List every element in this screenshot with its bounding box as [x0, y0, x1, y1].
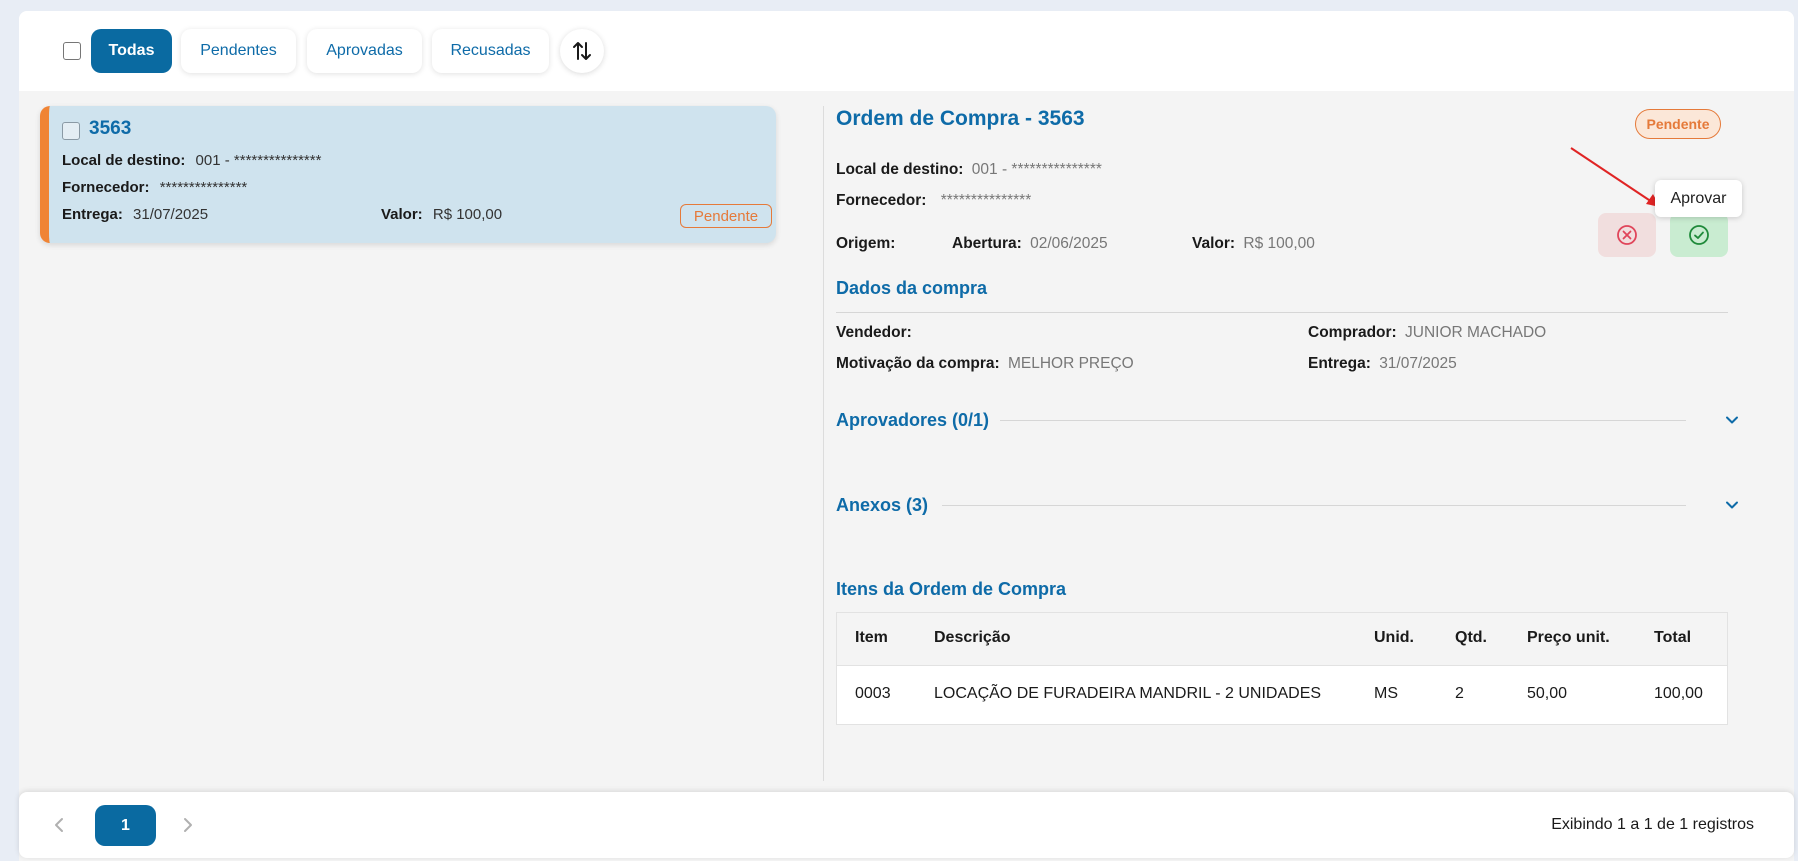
- chevron-right-icon[interactable]: [178, 814, 198, 836]
- cell-preco-unit: 50,00: [1527, 685, 1568, 702]
- card-entrega-value: 31/07/2025: [133, 206, 209, 223]
- motivacao-row: Motivação da compra: MELHOR PREÇO: [836, 355, 1134, 373]
- detail-origem-row: Origem:: [836, 235, 895, 253]
- sort-arrows-icon: [573, 42, 591, 60]
- col-total: Total: [1654, 629, 1692, 646]
- entrega-label: Entrega:: [1308, 355, 1371, 372]
- approve-button[interactable]: [1670, 213, 1728, 257]
- sort-button[interactable]: [560, 29, 604, 73]
- entrega-row: Entrega: 31/07/2025: [1308, 355, 1457, 373]
- col-descricao: Descrição: [934, 629, 1011, 646]
- card-fornecedor-label: Fornecedor:: [62, 179, 150, 196]
- detail-local-value: 001 - ***************: [971, 161, 1102, 178]
- order-list-item[interactable]: 3563 Local de destino: 001 - ***********…: [40, 106, 776, 243]
- status-badge: Pendente: [680, 204, 772, 228]
- order-number: 3563: [89, 118, 132, 139]
- order-checkbox[interactable]: [62, 122, 80, 140]
- comprador-label: Comprador:: [1308, 324, 1397, 341]
- card-valor-value: R$ 100,00: [432, 206, 503, 223]
- cell-total: 100,00: [1654, 685, 1703, 702]
- items-table: Item Descrição Unid. Qtd. Preço unit. To…: [836, 612, 1728, 725]
- pagination-bar: 1 Exibindo 1 a 1 de 1 registros: [19, 792, 1794, 858]
- cell-unid: MS: [1374, 685, 1398, 702]
- select-all-checkbox[interactable]: [63, 42, 81, 60]
- detail-local-label: Local de destino:: [836, 161, 964, 178]
- app-window: Todas Pendentes Aprovadas Recusadas 3563…: [19, 11, 1794, 861]
- aprovadores-toggle[interactable]: Aprovadores (0/1): [836, 410, 989, 431]
- detail-status-badge: Pendente: [1635, 109, 1721, 139]
- detail-local-row: Local de destino: 001 - ***************: [836, 161, 1102, 179]
- vendedor-row: Vendedor:: [836, 324, 912, 342]
- card-fornecedor-value: ***************: [159, 179, 248, 196]
- detail-valor-value: R$ 100,00: [1243, 235, 1315, 252]
- cell-descricao: LOCAÇÃO DE FURADEIRA MANDRIL - 2 UNIDADE…: [934, 685, 1322, 702]
- tab-todas[interactable]: Todas: [91, 29, 172, 73]
- card-valor-row: Valor: R$ 100,00: [381, 206, 502, 223]
- cell-qtd: 2: [1455, 685, 1464, 702]
- motivacao-label: Motivação da compra:: [836, 355, 1000, 372]
- tab-recusadas[interactable]: Recusadas: [432, 29, 549, 73]
- detail-abertura-label: Abertura:: [952, 235, 1022, 252]
- entrega-value: 31/07/2025: [1379, 355, 1457, 372]
- detail-title: Ordem de Compra - 3563: [836, 107, 1085, 130]
- motivacao-value: MELHOR PREÇO: [1007, 355, 1134, 372]
- anexos-toggle[interactable]: Anexos (3): [836, 495, 928, 516]
- detail-valor-label: Valor:: [1192, 235, 1236, 252]
- detail-fornecedor-value: ***************: [940, 192, 1032, 209]
- items-table-header: Item Descrição Unid. Qtd. Preço unit. To…: [837, 613, 1727, 666]
- annotation-arrow-icon: [1570, 147, 1660, 207]
- check-circle-icon: [1689, 225, 1709, 245]
- detail-abertura-value: 02/06/2025: [1030, 235, 1108, 252]
- detail-valor-row: Valor: R$ 100,00: [1192, 235, 1315, 253]
- card-entrega-row: Entrega: 31/07/2025: [62, 206, 208, 223]
- card-local-label: Local de destino:: [62, 152, 186, 169]
- card-fornecedor-row: Fornecedor: ***************: [62, 179, 247, 196]
- chevron-left-icon[interactable]: [49, 814, 69, 836]
- detail-origem-label: Origem:: [836, 235, 896, 252]
- comprador-row: Comprador: JUNIOR MACHADO: [1308, 324, 1546, 342]
- tab-pendentes[interactable]: Pendentes: [181, 29, 296, 73]
- reject-button[interactable]: [1598, 213, 1656, 257]
- anexos-divider: [942, 505, 1686, 506]
- cell-item: 0003: [855, 685, 891, 702]
- card-valor-label: Valor:: [381, 206, 423, 223]
- detail-fornecedor-row: Fornecedor: ***************: [836, 192, 1031, 210]
- tab-aprovadas[interactable]: Aprovadas: [307, 29, 422, 73]
- approve-tooltip: Aprovar: [1655, 180, 1742, 217]
- col-item: Item: [855, 629, 888, 646]
- close-circle-icon: [1617, 225, 1637, 245]
- chevron-down-icon[interactable]: [1724, 412, 1740, 428]
- col-qtd: Qtd.: [1455, 629, 1487, 646]
- vendedor-label: Vendedor:: [836, 324, 912, 341]
- detail-fornecedor-label: Fornecedor:: [836, 192, 927, 209]
- card-local-value: 001 - ***************: [195, 152, 322, 169]
- card-local-row: Local de destino: 001 - ***************: [62, 152, 321, 169]
- card-entrega-label: Entrega:: [62, 206, 123, 223]
- page-number-button[interactable]: 1: [95, 805, 156, 846]
- col-unid: Unid.: [1374, 629, 1414, 646]
- aprovadores-divider: [1000, 420, 1686, 421]
- filter-bar: Todas Pendentes Aprovadas Recusadas: [19, 11, 1794, 91]
- itens-title: Itens da Ordem de Compra: [836, 579, 1067, 599]
- detail-abertura-row: Abertura: 02/06/2025: [952, 235, 1108, 253]
- records-info: Exibindo 1 a 1 de 1 registros: [1551, 816, 1754, 833]
- dados-divider: [836, 312, 1728, 313]
- dados-compra-title: Dados da compra: [836, 278, 988, 298]
- comprador-value: JUNIOR MACHADO: [1405, 324, 1547, 341]
- col-preco-unit: Preço unit.: [1527, 629, 1610, 646]
- chevron-down-icon[interactable]: [1724, 497, 1740, 513]
- panel-divider: [823, 106, 824, 781]
